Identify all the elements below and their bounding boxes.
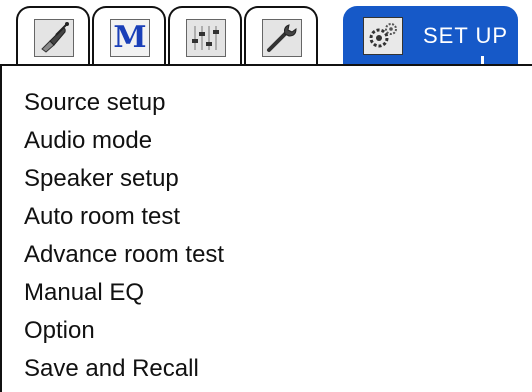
menu-item-auto-room-test[interactable]: Auto room test bbox=[24, 198, 224, 236]
tab-wrench[interactable] bbox=[244, 6, 318, 64]
menu-item-manual-eq[interactable]: Manual EQ bbox=[24, 274, 224, 312]
tab-m[interactable]: M bbox=[92, 6, 166, 64]
m-logo-letter: M bbox=[113, 20, 147, 55]
menu-item-advance-room-test[interactable]: Advance room test bbox=[24, 236, 224, 274]
equalizer-icon bbox=[186, 19, 226, 57]
tab-setup-label: SET UP bbox=[423, 23, 509, 48]
gear-icon bbox=[363, 17, 403, 55]
panel-left-border bbox=[0, 64, 2, 392]
m-logo-icon: M bbox=[110, 19, 150, 57]
tab-setup[interactable]: SET UP bbox=[343, 6, 518, 68]
satellite-dish-icon bbox=[34, 19, 74, 57]
menu-item-speaker-setup[interactable]: Speaker setup bbox=[24, 160, 224, 198]
menu-item-option[interactable]: Option bbox=[24, 312, 224, 350]
menu-item-save-and-recall[interactable]: Save and Recall bbox=[24, 350, 224, 388]
cursor-marker bbox=[481, 56, 484, 68]
tab-equalizer[interactable] bbox=[168, 6, 242, 64]
wrench-icon bbox=[262, 19, 302, 57]
menu-item-audio-mode[interactable]: Audio mode bbox=[24, 122, 224, 160]
tab-bar: M SET UP bbox=[0, 0, 532, 68]
panel-top-border bbox=[0, 64, 532, 66]
tab-satellite[interactable] bbox=[16, 6, 90, 64]
menu-item-source-setup[interactable]: Source setup bbox=[24, 84, 224, 122]
setup-menu: Source setup Audio mode Speaker setup Au… bbox=[24, 84, 224, 388]
